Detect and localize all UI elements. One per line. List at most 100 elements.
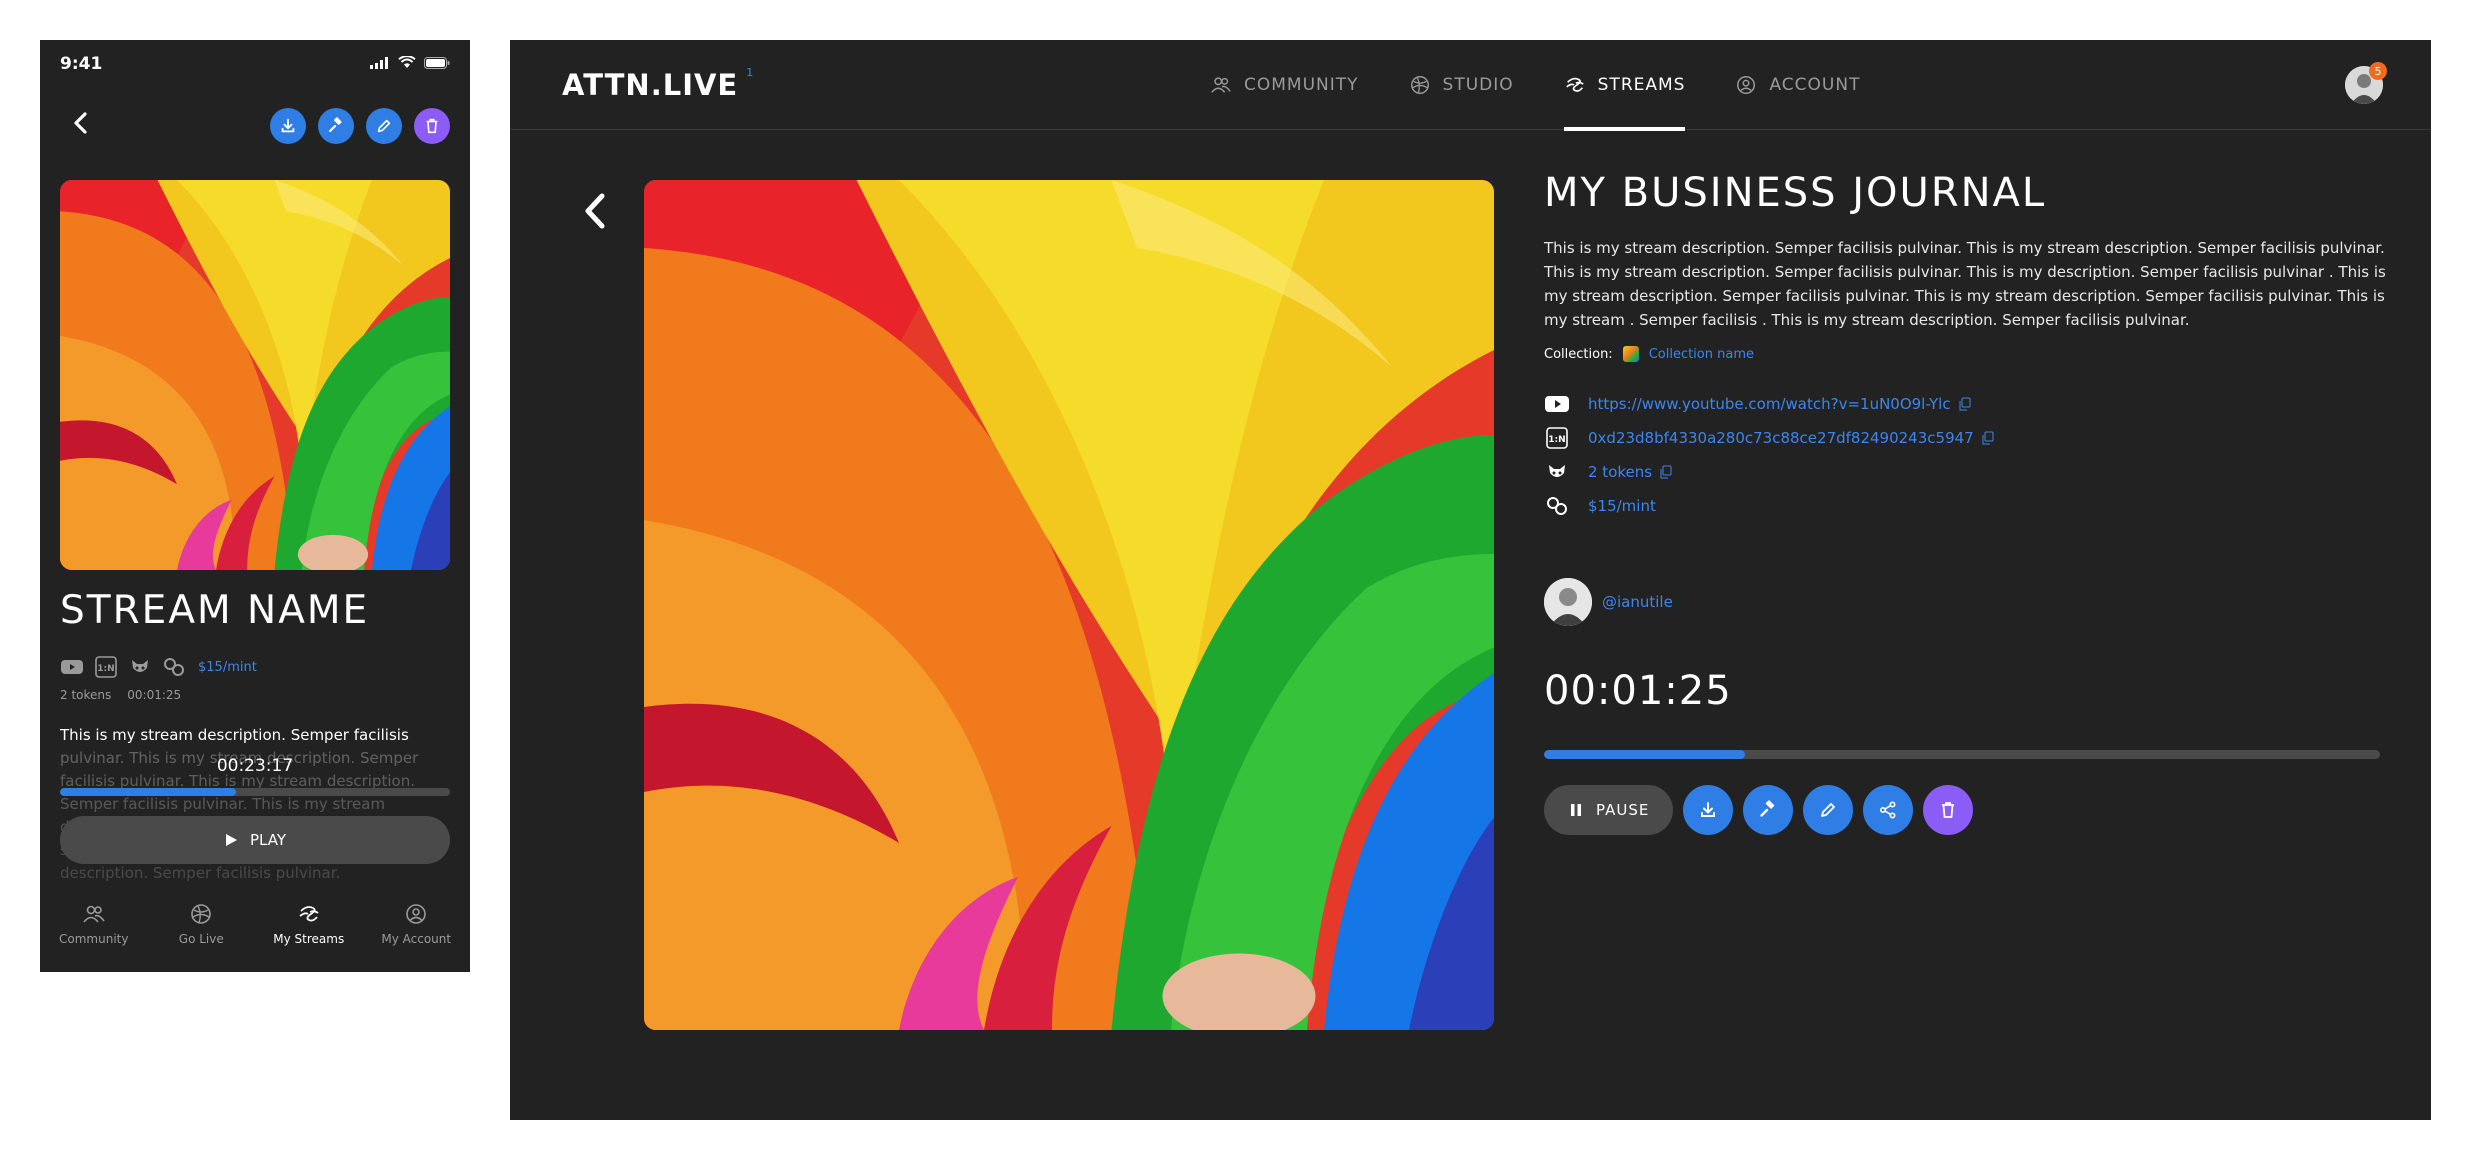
- delete-button[interactable]: [1923, 785, 1974, 835]
- auction-button[interactable]: [318, 108, 354, 144]
- download-icon: [1701, 802, 1716, 817]
- copy-icon[interactable]: [1959, 397, 1971, 411]
- edit-button[interactable]: [366, 108, 402, 144]
- nav-account[interactable]: ACCOUNT: [1735, 40, 1860, 130]
- share-button[interactable]: [1863, 785, 1914, 835]
- price-label: $15/mint: [198, 659, 257, 675]
- stream-description: This is my stream description. Semper fa…: [1544, 239, 2386, 329]
- nav-streams[interactable]: STREAMS: [1563, 40, 1686, 131]
- stream-duration: 00:01:25: [127, 688, 182, 702]
- stream-links: https://www.youtube.com/watch?v=1uN0O9l-…: [1544, 392, 2394, 518]
- playback-progress[interactable]: [1544, 750, 2380, 759]
- tab-label: My Streams: [273, 932, 345, 946]
- tab-my-account[interactable]: My Account: [363, 902, 471, 972]
- edit-button[interactable]: [1803, 785, 1854, 835]
- pencil-icon: [1821, 803, 1836, 817]
- nav-studio[interactable]: STUDIO: [1409, 40, 1514, 130]
- copy-icon[interactable]: [1982, 431, 1994, 445]
- studio-icon: [191, 904, 212, 924]
- tokens-icon: [1549, 465, 1565, 477]
- svg-text:1:N: 1:N: [97, 664, 114, 674]
- logo[interactable]: ATTN.LIVE 1: [562, 66, 755, 102]
- stream-artwork: [644, 180, 1494, 1030]
- download-button[interactable]: [270, 108, 306, 144]
- author-handle[interactable]: @ianutile: [1602, 593, 1673, 611]
- play-button[interactable]: PLAY: [60, 816, 450, 864]
- player-controls: PAUSE: [1544, 785, 2394, 835]
- collection-label: Collection:: [1544, 346, 1613, 362]
- wifi-icon: [398, 56, 416, 68]
- status-icons: [370, 56, 450, 69]
- tokens-link-row: 2 tokens: [1544, 460, 2394, 484]
- copy-icon[interactable]: [1660, 465, 1672, 479]
- mobile-screen: 9:41 STREAM NAME 1:N $15/mint 2 tokens 0…: [40, 40, 470, 972]
- gavel-icon: [1760, 800, 1775, 817]
- user-avatar[interactable]: 5: [2345, 62, 2387, 104]
- contract-link-row: 1:N 0xd23d8bf4330a280c73c88ce27df8249024…: [1544, 426, 2394, 450]
- delete-button[interactable]: [414, 108, 450, 144]
- back-icon[interactable]: [576, 188, 616, 234]
- pause-icon: [1571, 804, 1581, 816]
- contract-address: 0xd23d8bf4330a280c73c88ce27df82490243c59…: [1588, 429, 1974, 447]
- nav-community[interactable]: COMMUNITY: [1210, 40, 1359, 130]
- account-icon: [406, 904, 427, 924]
- youtube-link[interactable]: https://www.youtube.com/watch?v=1uN0O9l-…: [1588, 395, 1971, 413]
- youtube-icon: [61, 660, 83, 674]
- logo-superscript: 1: [746, 66, 755, 79]
- desktop-screen: ATTN.LIVE 1 COMMUNITY STUDIO STREAMS ACCO…: [510, 40, 2431, 1120]
- youtube-icon: [1545, 396, 1569, 412]
- logo-text: ATTN.LIVE: [562, 68, 739, 102]
- author-row: @ianutile: [1544, 578, 2394, 626]
- mint-icon: [164, 658, 184, 676]
- trash-icon: [426, 118, 438, 134]
- stream-stats: 2 tokens 00:01:25: [60, 688, 181, 702]
- price-row: $15/mint: [1544, 494, 2394, 518]
- gavel-icon: [329, 117, 342, 133]
- author-avatar[interactable]: [1544, 578, 1592, 626]
- mobile-action-bar: [270, 108, 450, 144]
- playback-progress[interactable]: [60, 788, 450, 796]
- collection-link[interactable]: Collection name: [1649, 347, 1754, 362]
- pencil-icon: [377, 119, 391, 133]
- tab-my-streams[interactable]: My Streams: [255, 902, 363, 972]
- edition-ratio-icon: 1:N: [1546, 427, 1568, 449]
- collection-row: Collection: Collection name: [1544, 346, 2394, 362]
- stream-title: MY BUSINESS JOURNAL: [1544, 170, 2047, 216]
- svg-text:1:N: 1:N: [1548, 435, 1565, 445]
- price-link[interactable]: $15/mint: [1588, 497, 1656, 515]
- youtube-url: https://www.youtube.com/watch?v=1uN0O9l-…: [1588, 395, 1951, 413]
- account-icon: [1737, 76, 1756, 94]
- nav-tabs: COMMUNITY STUDIO STREAMS ACCOUNT: [1210, 40, 1860, 131]
- play-icon: [225, 834, 237, 846]
- tokens-count: 2 tokens: [1588, 463, 1653, 481]
- stream-details: MY BUSINESS JOURNAL This is my stream de…: [1544, 170, 2394, 835]
- collection-thumbnail: [1622, 346, 1639, 362]
- tab-community[interactable]: Community: [40, 902, 148, 972]
- back-icon[interactable]: [66, 108, 96, 138]
- play-label: PLAY: [249, 831, 286, 849]
- download-icon: [281, 118, 295, 133]
- studio-icon: [1410, 76, 1429, 94]
- stream-meta-icons: 1:N $15/mint: [60, 655, 257, 679]
- pause-button[interactable]: PAUSE: [1544, 785, 1674, 835]
- youtube-link-row: https://www.youtube.com/watch?v=1uN0O9l-…: [1544, 392, 2394, 416]
- tab-bar: Community Go Live My Streams My Account: [40, 902, 470, 972]
- download-button[interactable]: [1683, 785, 1734, 835]
- nav-label: COMMUNITY: [1244, 75, 1359, 95]
- playback-time: 00:23:17: [216, 756, 294, 776]
- streams-icon: [299, 906, 319, 922]
- nav-label: STUDIO: [1442, 75, 1514, 95]
- edition-ratio-icon: 1:N: [95, 656, 117, 678]
- battery-icon: [424, 56, 450, 69]
- tab-go-live[interactable]: Go Live: [148, 902, 256, 972]
- tokens-link[interactable]: 2 tokens: [1588, 463, 1672, 481]
- streams-icon: [1565, 77, 1584, 92]
- stream-title: STREAM NAME: [60, 588, 370, 633]
- auction-button[interactable]: [1743, 785, 1794, 835]
- pause-label: PAUSE: [1596, 801, 1650, 819]
- mint-icon: [1547, 497, 1567, 515]
- avatar-icon: [1544, 578, 1592, 626]
- share-icon: [1880, 801, 1896, 819]
- community-icon: [1211, 77, 1231, 93]
- contract-link[interactable]: 0xd23d8bf4330a280c73c88ce27df82490243c59…: [1588, 429, 1994, 447]
